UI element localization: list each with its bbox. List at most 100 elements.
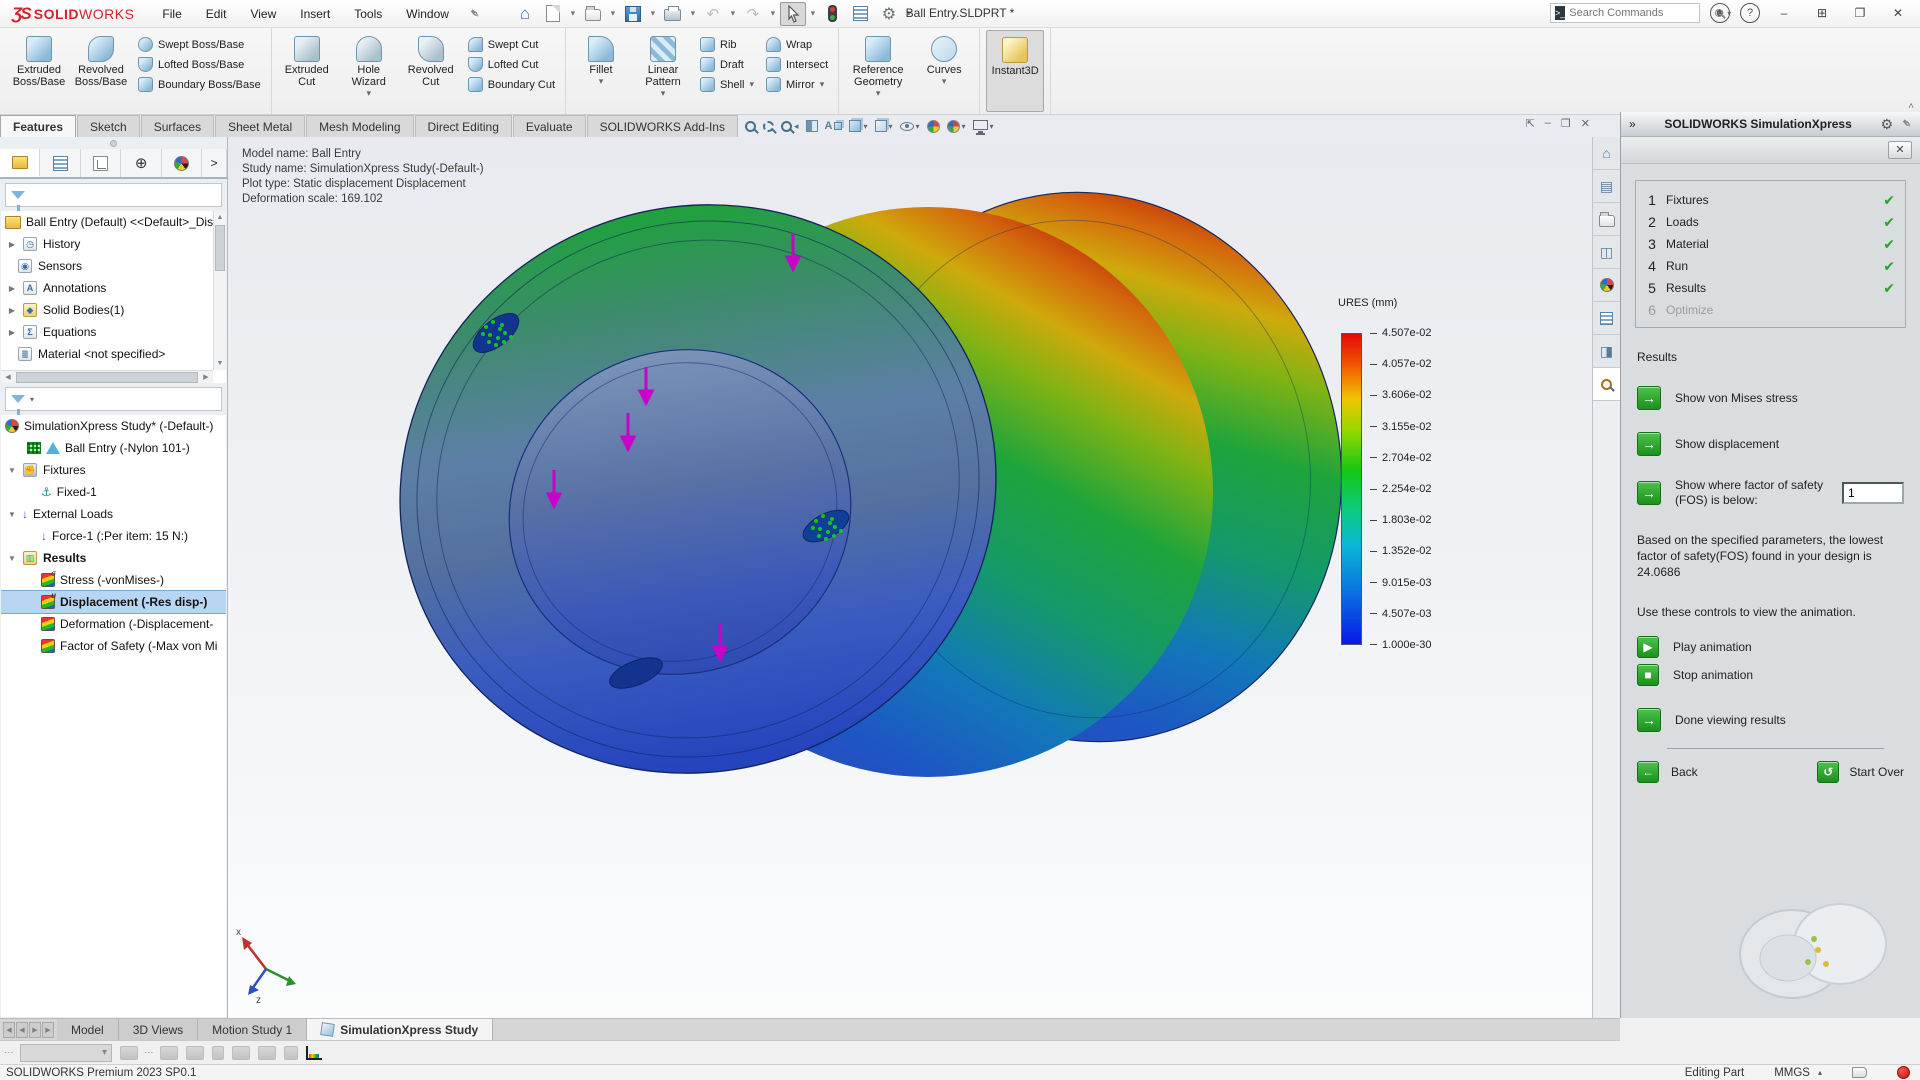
revolved-cut-button[interactable]: Revolved Cut [402, 30, 460, 112]
new-dropdown-caret[interactable]: ▾ [568, 8, 578, 19]
view-settings-button[interactable]: ▾ [973, 120, 994, 133]
redo-dropdown-caret[interactable]: ▾ [768, 8, 778, 19]
status-units-selector[interactable]: MMGS ▴ [1774, 1067, 1822, 1079]
doc-restore-icon[interactable]: ❐ [1561, 117, 1571, 130]
step-run[interactable]: 4Run✔ [1646, 255, 1895, 277]
scrollbar-thumb[interactable] [215, 225, 225, 271]
tab-solidworks-resources[interactable]: ⌂ [1593, 137, 1620, 170]
toolbar-icon-4[interactable] [212, 1046, 224, 1060]
home-button[interactable]: ⌂ [512, 2, 538, 26]
collapse-icon[interactable]: ▼ [7, 554, 17, 563]
scroll-down-icon[interactable]: ▼ [214, 357, 226, 370]
options-button[interactable]: ⚙ [876, 2, 902, 26]
toolbar-icon-7[interactable] [284, 1046, 298, 1060]
draft-button[interactable]: Draft [696, 55, 758, 74]
previous-view-button[interactable]: ◂ [781, 121, 799, 132]
panel-splitter-handle[interactable] [0, 137, 227, 149]
nav-first-icon[interactable]: ◀ [3, 1022, 15, 1038]
toolbar-icon-1[interactable] [120, 1046, 138, 1060]
mirror-caret[interactable]: ▾ [820, 79, 825, 90]
tab-file-explorer[interactable] [1593, 203, 1620, 236]
sim-tree-fos[interactable]: Factor of Safety (-Max von Mi [1, 635, 226, 657]
menu-view[interactable]: View [240, 2, 286, 26]
toolbar-icon-6[interactable] [258, 1046, 276, 1060]
tab-solidworks-addins[interactable]: SOLIDWORKS Add-Ins [587, 115, 738, 137]
panes-button[interactable]: ⊞ [1808, 2, 1836, 24]
displacement-arrow-button[interactable]: → [1637, 432, 1661, 456]
status-tag-icon[interactable] [1852, 1067, 1867, 1078]
ribbon-collapse-caret[interactable]: ˄ [1908, 101, 1914, 112]
menu-insert[interactable]: Insert [290, 2, 340, 26]
back-button[interactable]: ← [1637, 761, 1659, 783]
sim-tree-deformation[interactable]: Deformation (-Displacement- [1, 613, 226, 635]
section-view-button[interactable] [806, 120, 818, 132]
tree-item-equations[interactable]: ▶ Σ Equations [1, 321, 226, 343]
tab-direct-editing[interactable]: Direct Editing [415, 115, 512, 137]
play-animation-row[interactable]: ▶ Play animation [1637, 636, 1904, 658]
curves-button[interactable]: Curves▾ [915, 30, 973, 112]
tree-horizontal-scrollbar[interactable]: ◀ ▶ [1, 370, 213, 383]
scrollbar-thumb[interactable] [16, 372, 198, 383]
swept-boss-base-button[interactable]: Swept Boss/Base [134, 35, 265, 54]
stop-button[interactable]: ■ [1637, 664, 1659, 686]
help-icon[interactable]: ? [1740, 3, 1760, 23]
linear-pattern-button[interactable]: Linear Pattern▾ [634, 30, 692, 112]
boundary-boss-base-button[interactable]: Boundary Boss/Base [134, 75, 265, 94]
sim-tree-results[interactable]: ▼ ▥ Results [1, 547, 226, 569]
tree-item-sensors[interactable]: ◉ Sensors [1, 255, 226, 277]
search-input[interactable] [1569, 7, 1711, 19]
sim-tree-filter-box[interactable]: ▾ [5, 387, 222, 411]
lofted-cut-button[interactable]: Lofted Cut [464, 55, 559, 74]
extruded-boss-base-button[interactable]: Extruded Boss/Base [10, 30, 68, 112]
tab-configuration-manager[interactable] [81, 149, 121, 177]
fillet-button[interactable]: Fillet▾ [572, 30, 630, 112]
step-material[interactable]: 3Material✔ [1646, 233, 1895, 255]
scroll-left-icon[interactable]: ◀ [1, 373, 15, 381]
print-dropdown-caret[interactable]: ▾ [688, 8, 698, 19]
display-style-button[interactable]: ▾ [875, 120, 893, 132]
tab-features[interactable]: Features [0, 115, 76, 137]
swept-cut-button[interactable]: Swept Cut [464, 35, 559, 54]
tree-item-material[interactable]: ≣ Material <not specified> [1, 343, 226, 365]
panel-gear-icon[interactable]: ⚙ [1881, 116, 1894, 133]
close-button[interactable]: ✕ [1884, 2, 1912, 24]
shell-caret[interactable]: ▾ [749, 79, 754, 90]
filter-caret-icon[interactable]: ▾ [30, 395, 34, 404]
doc-tab-motion-study[interactable]: Motion Study 1 [198, 1019, 307, 1040]
save-button[interactable] [620, 2, 646, 26]
tree-root-ball-entry[interactable]: Ball Entry (Default) <<Default>_Disp [1, 211, 226, 233]
print-button[interactable] [660, 2, 686, 26]
tab-design-library[interactable]: ▤ [1593, 170, 1620, 203]
select-tool-button[interactable] [780, 2, 806, 26]
intersect-button[interactable]: Intersect [762, 55, 832, 74]
doc-tab-simulationxpress-study[interactable]: SimulationXpress Study [307, 1019, 493, 1040]
tab-strip-overflow[interactable]: > [202, 149, 227, 177]
sim-tree-force1[interactable]: ↓ Force-1 (:Per item: 15 N:) [1, 525, 226, 547]
show-displacement-row[interactable]: → Show displacement [1637, 432, 1904, 456]
rebuild-button[interactable] [820, 2, 846, 26]
graphics-viewport[interactable]: Model name: Ball Entry Study name: Simul… [228, 137, 1592, 1018]
tab-mesh-modeling[interactable]: Mesh Modeling [306, 115, 413, 137]
collapse-icon[interactable]: ▼ [7, 510, 17, 519]
redo-button[interactable]: ↷ [740, 2, 766, 26]
sim-tree-root[interactable]: SimulationXpress Study* (-Default-) [1, 415, 226, 437]
tab-sheet-metal[interactable]: Sheet Metal [215, 115, 305, 137]
rib-button[interactable]: Rib [696, 35, 758, 54]
tab-feature-manager[interactable] [0, 149, 40, 177]
menu-window[interactable]: Window [396, 2, 459, 26]
scroll-up-icon[interactable]: ▲ [214, 211, 226, 224]
tab-appearances[interactable] [1593, 269, 1620, 302]
sim-tree-fixed1[interactable]: ⚓ Fixed-1 [1, 481, 226, 503]
zoom-to-area-button[interactable] [763, 121, 774, 132]
open-dropdown-caret[interactable]: ▾ [608, 8, 618, 19]
toolbar-icon-2[interactable] [160, 1046, 178, 1060]
tab-simulation-advisor[interactable]: ◨ [1593, 335, 1620, 368]
fos-threshold-input[interactable] [1842, 482, 1904, 504]
tab-evaluate[interactable]: Evaluate [513, 115, 586, 137]
nav-next-icon[interactable]: ▶ [29, 1022, 41, 1038]
von-mises-arrow-button[interactable]: → [1637, 386, 1661, 410]
save-dropdown-caret[interactable]: ▾ [648, 8, 658, 19]
stop-animation-row[interactable]: ■ Stop animation [1637, 664, 1904, 686]
boundary-cut-button[interactable]: Boundary Cut [464, 75, 559, 94]
curves-caret[interactable]: ▾ [942, 76, 947, 87]
